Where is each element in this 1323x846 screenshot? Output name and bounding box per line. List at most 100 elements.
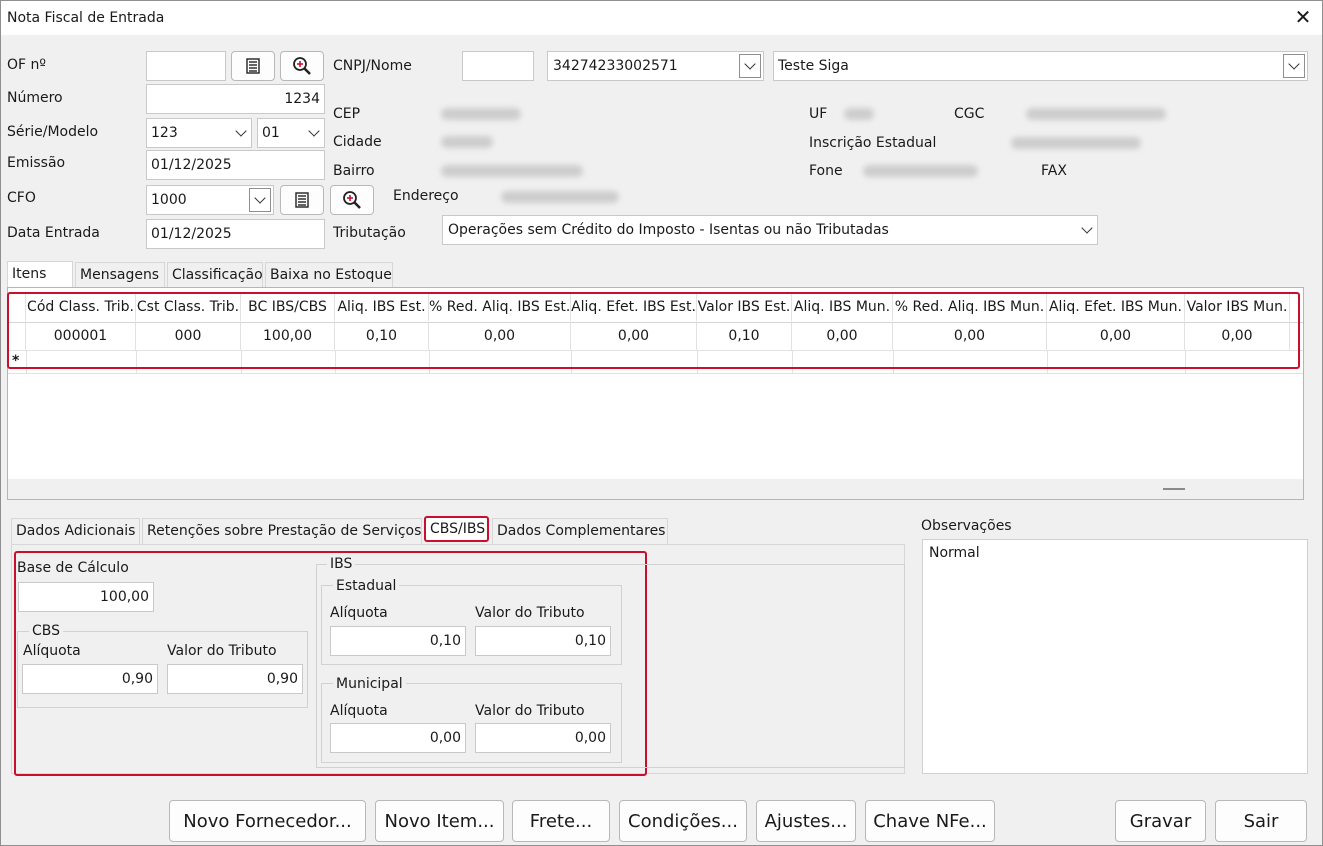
sair-button[interactable]: Sair xyxy=(1215,800,1307,842)
modelo-value: 01 xyxy=(262,125,280,141)
magnifier-icon xyxy=(293,57,311,75)
chevron-down-icon[interactable] xyxy=(304,119,324,147)
emissao-input[interactable]: 01/12/2025 xyxy=(146,150,325,180)
tab-dados-complementares[interactable]: Dados Complementares xyxy=(492,518,668,544)
grid-cell[interactable]: 0,10 xyxy=(335,323,429,350)
tab-cbs-ibs[interactable]: CBS/IBS xyxy=(424,516,489,542)
base-calculo-label: Base de Cálculo xyxy=(17,560,129,576)
cfo-search-button[interactable] xyxy=(330,185,374,215)
grid-cell[interactable]: 0,00 xyxy=(429,323,571,350)
new-row[interactable]: * xyxy=(8,351,1303,374)
list-icon xyxy=(295,192,309,208)
endereco-value-redacted xyxy=(501,191,619,203)
base-calculo-input[interactable]: 100,00 xyxy=(18,582,154,612)
observacoes-textarea[interactable]: Normal xyxy=(922,539,1308,774)
grid-cell[interactable]: 0,00 xyxy=(893,323,1047,350)
tab-itens[interactable]: Itens xyxy=(7,261,73,288)
cnpj-label: CNPJ/Nome xyxy=(333,58,412,74)
of-input[interactable] xyxy=(146,51,226,81)
col-header[interactable]: % Red. Aliq. IBS Mun. xyxy=(893,294,1047,321)
chevron-down-icon[interactable] xyxy=(1283,54,1305,78)
cnpj-select[interactable]: 34274233002571 xyxy=(547,51,764,81)
ajustes-button[interactable]: Ajustes... xyxy=(756,800,856,842)
of-search-button[interactable] xyxy=(280,51,324,81)
chave-nfe-button[interactable]: Chave NFe... xyxy=(865,800,995,842)
est-aliquota-input[interactable]: 0,10 xyxy=(330,626,466,656)
cfo-list-button[interactable] xyxy=(280,185,324,215)
novo-item-button[interactable]: Novo Item... xyxy=(375,800,504,842)
emissao-label: Emissão xyxy=(7,155,66,171)
serie-select[interactable]: 123 xyxy=(146,118,252,148)
col-header[interactable]: Aliq. Efet. IBS Mun. xyxy=(1047,294,1185,321)
numero-label: Número xyxy=(7,90,63,106)
col-header[interactable]: Valor IBS Est. xyxy=(697,294,792,321)
grid-cell[interactable]: 0,00 xyxy=(1185,323,1290,350)
serie-value: 123 xyxy=(151,125,178,141)
of-list-button[interactable] xyxy=(231,51,275,81)
grid-cell[interactable]: 000001 xyxy=(26,323,136,350)
col-header[interactable]: Cód Class. Trib. xyxy=(26,294,136,321)
condicoes-button[interactable]: Condições... xyxy=(619,800,747,842)
tab-dados-adicionais[interactable]: Dados Adicionais xyxy=(11,518,140,544)
col-header[interactable]: Aliq. IBS Est. xyxy=(335,294,429,321)
table-row[interactable]: 000001 000 100,00 0,10 0,00 0,00 0,10 0,… xyxy=(8,323,1303,351)
col-header[interactable]: BC IBS/CBS xyxy=(241,294,335,321)
cfo-select[interactable]: 1000 xyxy=(146,185,274,215)
uf-label: UF xyxy=(809,106,828,122)
magnifier-icon xyxy=(343,191,361,209)
tab-baixa-estoque[interactable]: Baixa no Estoque xyxy=(265,262,393,288)
tab-mensagens[interactable]: Mensagens xyxy=(75,262,165,288)
tributacao-select[interactable]: Operações sem Crédito do Imposto - Isent… xyxy=(442,215,1098,245)
est-valor-input[interactable]: 0,10 xyxy=(475,626,611,656)
chevron-down-icon[interactable] xyxy=(249,188,271,212)
cnpj-code-input[interactable] xyxy=(462,51,534,81)
close-icon[interactable]: ✕ xyxy=(1291,5,1315,29)
gravar-button[interactable]: Gravar xyxy=(1115,800,1206,842)
chevron-down-icon[interactable] xyxy=(739,54,761,78)
chevron-down-icon[interactable] xyxy=(231,119,251,147)
bairro-label: Bairro xyxy=(333,163,375,179)
chevron-down-icon[interactable] xyxy=(1077,216,1097,244)
tab-classificacao[interactable]: Classificação xyxy=(167,262,263,288)
grid-cell[interactable]: 100,00 xyxy=(241,323,335,350)
col-header[interactable]: % Red. Aliq. IBS Est. xyxy=(429,294,571,321)
col-header[interactable]: Cst Class. Trib. xyxy=(136,294,241,321)
data-entrada-input[interactable]: 01/12/2025 xyxy=(146,219,325,249)
horizontal-scrollbar[interactable] xyxy=(8,479,1303,499)
cbs-valor-input[interactable]: 0,90 xyxy=(167,664,303,694)
items-grid[interactable]: Cód Class. Trib. Cst Class. Trib. BC IBS… xyxy=(7,287,1304,500)
cbs-valor-label: Valor do Tributo xyxy=(167,643,277,659)
modelo-select[interactable]: 01 xyxy=(257,118,325,148)
nome-select[interactable]: Teste Siga xyxy=(773,51,1308,81)
grid-cell[interactable]: 0,00 xyxy=(571,323,697,350)
cidade-label: Cidade xyxy=(333,134,382,150)
mun-aliquota-input[interactable]: 0,00 xyxy=(330,723,466,753)
endereco-label: Endereço xyxy=(393,188,459,204)
tab-retencoes[interactable]: Retenções sobre Prestação de Serviços xyxy=(142,518,422,544)
cidade-value-redacted xyxy=(441,136,493,148)
cbs-aliquota-label: Alíquota xyxy=(23,643,81,659)
estadual-title: Estadual xyxy=(333,578,400,594)
grid-cell[interactable]: 0,10 xyxy=(697,323,792,350)
cep-value-redacted xyxy=(441,108,521,120)
grid-cell[interactable]: 000 xyxy=(136,323,241,350)
grid-cell[interactable]: 0,00 xyxy=(792,323,893,350)
grid-cell[interactable]: 0,00 xyxy=(1047,323,1185,350)
row-selector[interactable] xyxy=(8,323,26,350)
mun-valor-input[interactable]: 0,00 xyxy=(475,723,611,753)
numero-input[interactable]: 1234 xyxy=(146,84,325,114)
window-title: Nota Fiscal de Entrada xyxy=(7,10,165,26)
tributacao-label: Tributação xyxy=(333,225,406,241)
uf-value-redacted xyxy=(844,108,874,120)
scrollbar-thumb[interactable] xyxy=(1163,488,1185,490)
cnpj-value: 34274233002571 xyxy=(553,58,678,74)
bairro-value-redacted xyxy=(441,165,583,177)
col-header[interactable]: Aliq. IBS Mun. xyxy=(792,294,893,321)
novo-fornecedor-button[interactable]: Novo Fornecedor... xyxy=(169,800,366,842)
cbs-aliquota-input[interactable]: 0,90 xyxy=(22,664,158,694)
frete-button[interactable]: Frete... xyxy=(512,800,610,842)
cgc-label: CGC xyxy=(954,106,985,122)
new-row-marker: * xyxy=(12,353,20,369)
col-header[interactable]: Aliq. Efet. IBS Est. xyxy=(571,294,697,321)
col-header[interactable]: Valor IBS Mun. xyxy=(1185,294,1290,321)
